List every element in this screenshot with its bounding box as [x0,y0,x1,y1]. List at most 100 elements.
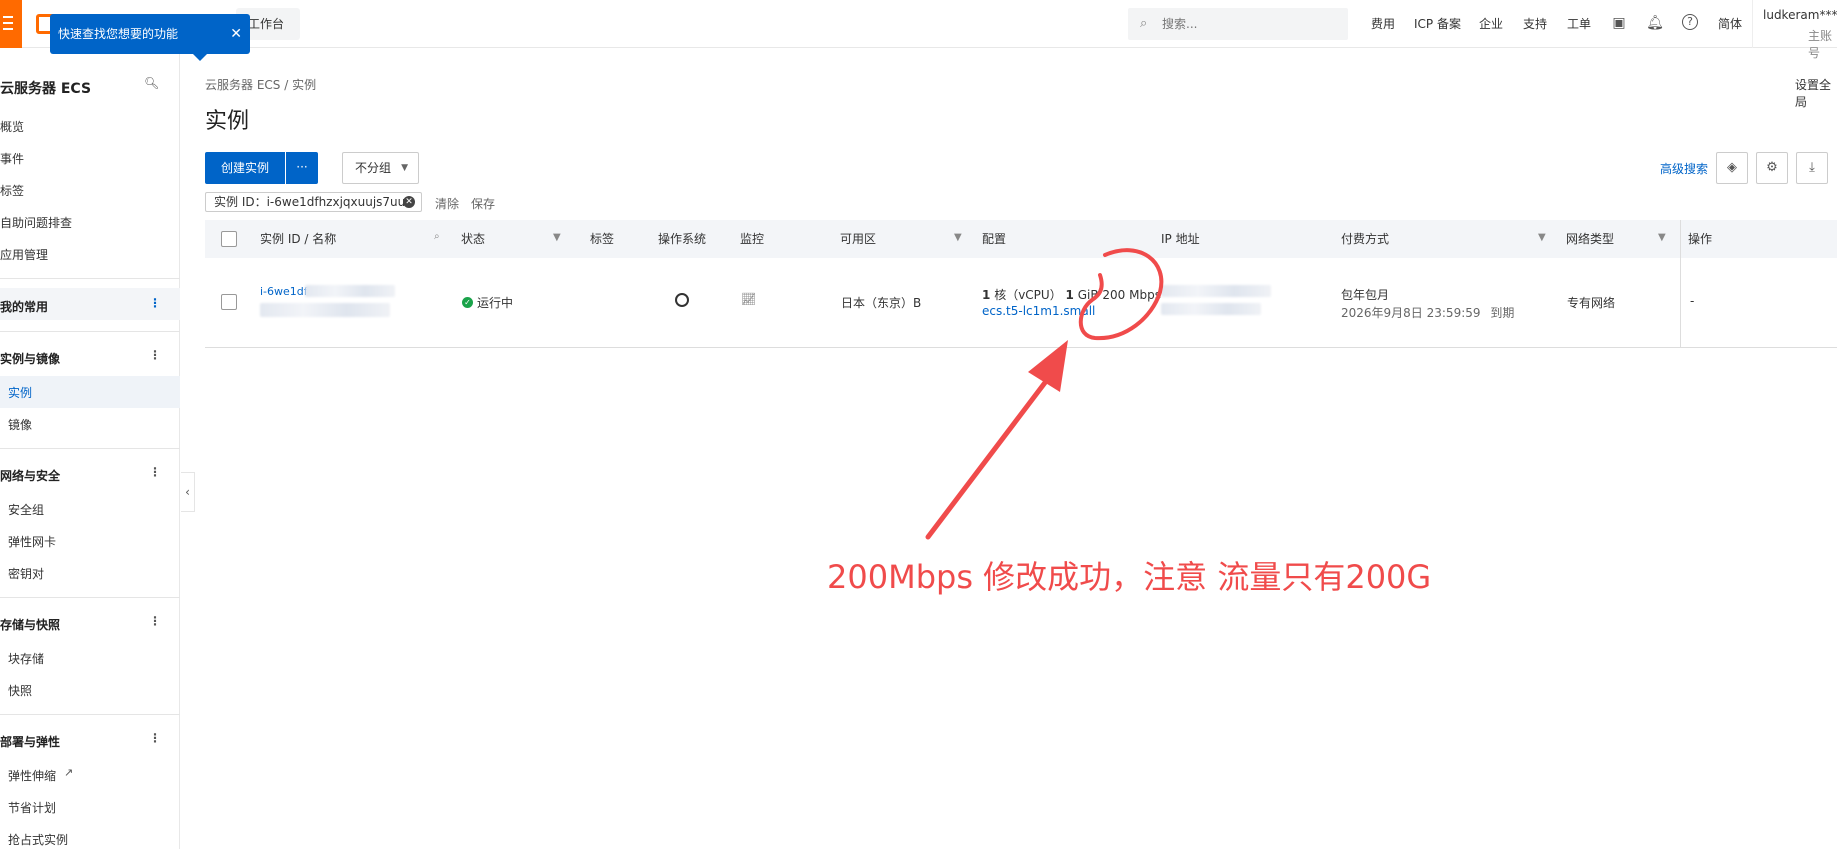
search-icon[interactable]: ⌕ [434,231,440,242]
select-all-checkbox[interactable] [221,231,237,247]
expire-suffix: 到期 [1490,306,1515,320]
sidebar-item-events[interactable]: 事件 [0,150,24,167]
column-header: 实例 ID / 名称 [260,232,337,246]
terminal-icon[interactable]: ▣ [1610,14,1628,32]
running-status-icon: ✓ [462,297,473,308]
tip-arrow [193,54,207,61]
arrow-shaft [925,373,1053,540]
global-setting-link[interactable]: 设置全局 [1795,76,1837,110]
filter-tag[interactable]: 实例 ID：i-6we1dfhzxjqxuujs7uu6 ✕ [205,192,422,212]
sidebar-group-deploy[interactable]: 部署与弹性 [0,733,60,750]
redacted-ip [1161,303,1261,315]
create-instance-button[interactable]: 创建实例 [205,152,285,184]
billing-type: 包年包月 [1341,288,1390,302]
divider [0,714,180,715]
annotation-text: 200Mbps 修改成功，注意 流量只有200G [827,558,1432,596]
gear-icon[interactable]: ⚙ [1756,152,1788,184]
clear-filter-button[interactable]: 清除 [435,195,459,212]
filter-icon[interactable]: ▼ [954,232,962,243]
more-icon[interactable]: ⋮ [149,614,161,628]
feature-tip-popover: 快速查找您想要的功能 ✕ [50,14,250,61]
column-header: IP 地址 [1161,232,1200,246]
group-select[interactable]: 不分组 ▼ [342,152,419,184]
sidebar-item-block-storage[interactable]: 块存储 [8,650,44,667]
breadcrumb[interactable]: 云服务器 ECS / 实例 [205,76,316,93]
spec-cores-unit: 核（vCPU） [994,288,1062,302]
bell-icon[interactable]: 🔔︎ [1646,14,1664,32]
action-cell: - [1690,294,1695,308]
redacted-name [260,303,390,317]
divider [0,597,180,598]
menu-icon[interactable] [0,0,22,48]
global-search[interactable]: ⌕ [1128,8,1348,40]
chart-icon[interactable]: 📈︎ [741,292,756,306]
column-header: 付费方式 [1341,232,1390,246]
expire-date: 2026年9月8日 23:59:59 [1341,306,1481,320]
spec-text: 1 核（vCPU） 1 GiB 200 Mbps [982,286,1161,303]
nav-icp[interactable]: ICP 备案 [1414,0,1461,48]
tip-text: 快速查找您想要的功能 [58,27,179,41]
sidebar-title: 云服务器 ECS [0,81,92,97]
filter-icon[interactable]: ▼ [1658,232,1666,243]
nav-ticket[interactable]: 工单 [1567,0,1591,48]
column-header: 网络类型 [1566,232,1615,246]
close-icon[interactable]: ✕ [403,196,415,208]
sidebar-item-eni[interactable]: 弹性网卡 [8,533,56,550]
table-header: 实例 ID / 名称 ⌕ 状态 ▼ 标签 操作系统 监控 可用区 ▼ 配置 IP… [205,220,1837,258]
nav-billing[interactable]: 费用 [1371,0,1395,48]
sidebar-item-overview[interactable]: 概览 [0,118,24,135]
sidebar-group-favorites[interactable]: 我的常用 [0,298,48,315]
sidebar-group-network[interactable]: 网络与安全 [0,467,60,484]
sidebar-item-instance[interactable]: 实例 [8,384,32,401]
filter-icon[interactable]: ▼ [553,232,561,243]
fixed-column-divider [1680,220,1681,348]
search-input[interactable] [1162,14,1338,34]
user-role: 主账号 [1808,29,1833,60]
download-icon[interactable]: ⤓ [1796,152,1828,184]
sidebar-item-snapshot[interactable]: 快照 [8,682,32,699]
divider [0,278,180,279]
sidebar-item-tags[interactable]: 标签 [0,182,24,199]
collapse-sidebar-icon[interactable]: ‹ [181,472,195,512]
more-actions-button[interactable]: ··· [286,152,318,184]
group-select-value: 不分组 [355,161,392,175]
divider [0,448,180,449]
search-icon[interactable]: 🔍︎ [144,76,159,90]
filter-tag-label: 实例 ID：i-6we1dfhzxjqxuujs7uu6 [214,195,413,209]
save-filter-button[interactable]: 保存 [471,195,495,212]
sidebar-group-instances[interactable]: 实例与镜像 [0,350,60,367]
column-header: 配置 [982,232,1007,246]
page-title: 实例 [205,109,250,134]
language-switch[interactable]: 简体 [1718,0,1742,48]
user-name[interactable]: ludkeram****. [1763,8,1837,22]
column-header: 操作 [1688,232,1713,246]
annotation-overlay [925,248,1164,540]
more-icon[interactable]: ⋮ [149,348,161,362]
help-icon[interactable]: ? [1682,14,1698,30]
sidebar-item-spot[interactable]: 抢占式实例 [8,831,68,848]
filter-icon[interactable]: ▼ [1538,232,1546,243]
network-type: 专有网络 [1567,296,1616,310]
instance-type-link[interactable]: ecs.t5-lc1m1.small [982,304,1095,318]
nav-enterprise[interactable]: 企业 [1479,0,1503,48]
layers-icon[interactable]: ◈ [1716,152,1748,184]
column-header: 标签 [590,232,615,246]
sidebar-item-keypair[interactable]: 密钥对 [8,565,44,582]
more-icon[interactable]: ⋮ [149,296,161,310]
more-icon[interactable]: ⋮ [149,465,161,479]
chevron-down-icon: ▼ [401,163,408,173]
sidebar-item-savings-plan[interactable]: 节省计划 [8,799,56,816]
sidebar-item-security-group[interactable]: 安全组 [8,501,44,518]
sidebar-item-troubleshoot[interactable]: 自助问题排查 [0,214,72,231]
row-checkbox[interactable] [221,294,237,310]
more-icon[interactable]: ⋮ [149,731,161,745]
sidebar-group-storage[interactable]: 存储与快照 [0,616,60,633]
close-icon[interactable]: ✕ [230,14,242,54]
table-row: i-6we1df ✓ 运行中 📈︎ 日本（东京）B 1 核（vCPU） 1 Gi… [205,258,1837,348]
sidebar-item-autoscaling[interactable]: 弹性伸缩 [8,767,56,784]
instance-id-link[interactable]: i-6we1df [260,285,308,298]
sidebar-item-image[interactable]: 镜像 [8,416,32,433]
sidebar-item-apps[interactable]: 应用管理 [0,246,48,263]
advanced-search-link[interactable]: 高级搜索 [1660,160,1708,177]
nav-support[interactable]: 支持 [1523,0,1547,48]
